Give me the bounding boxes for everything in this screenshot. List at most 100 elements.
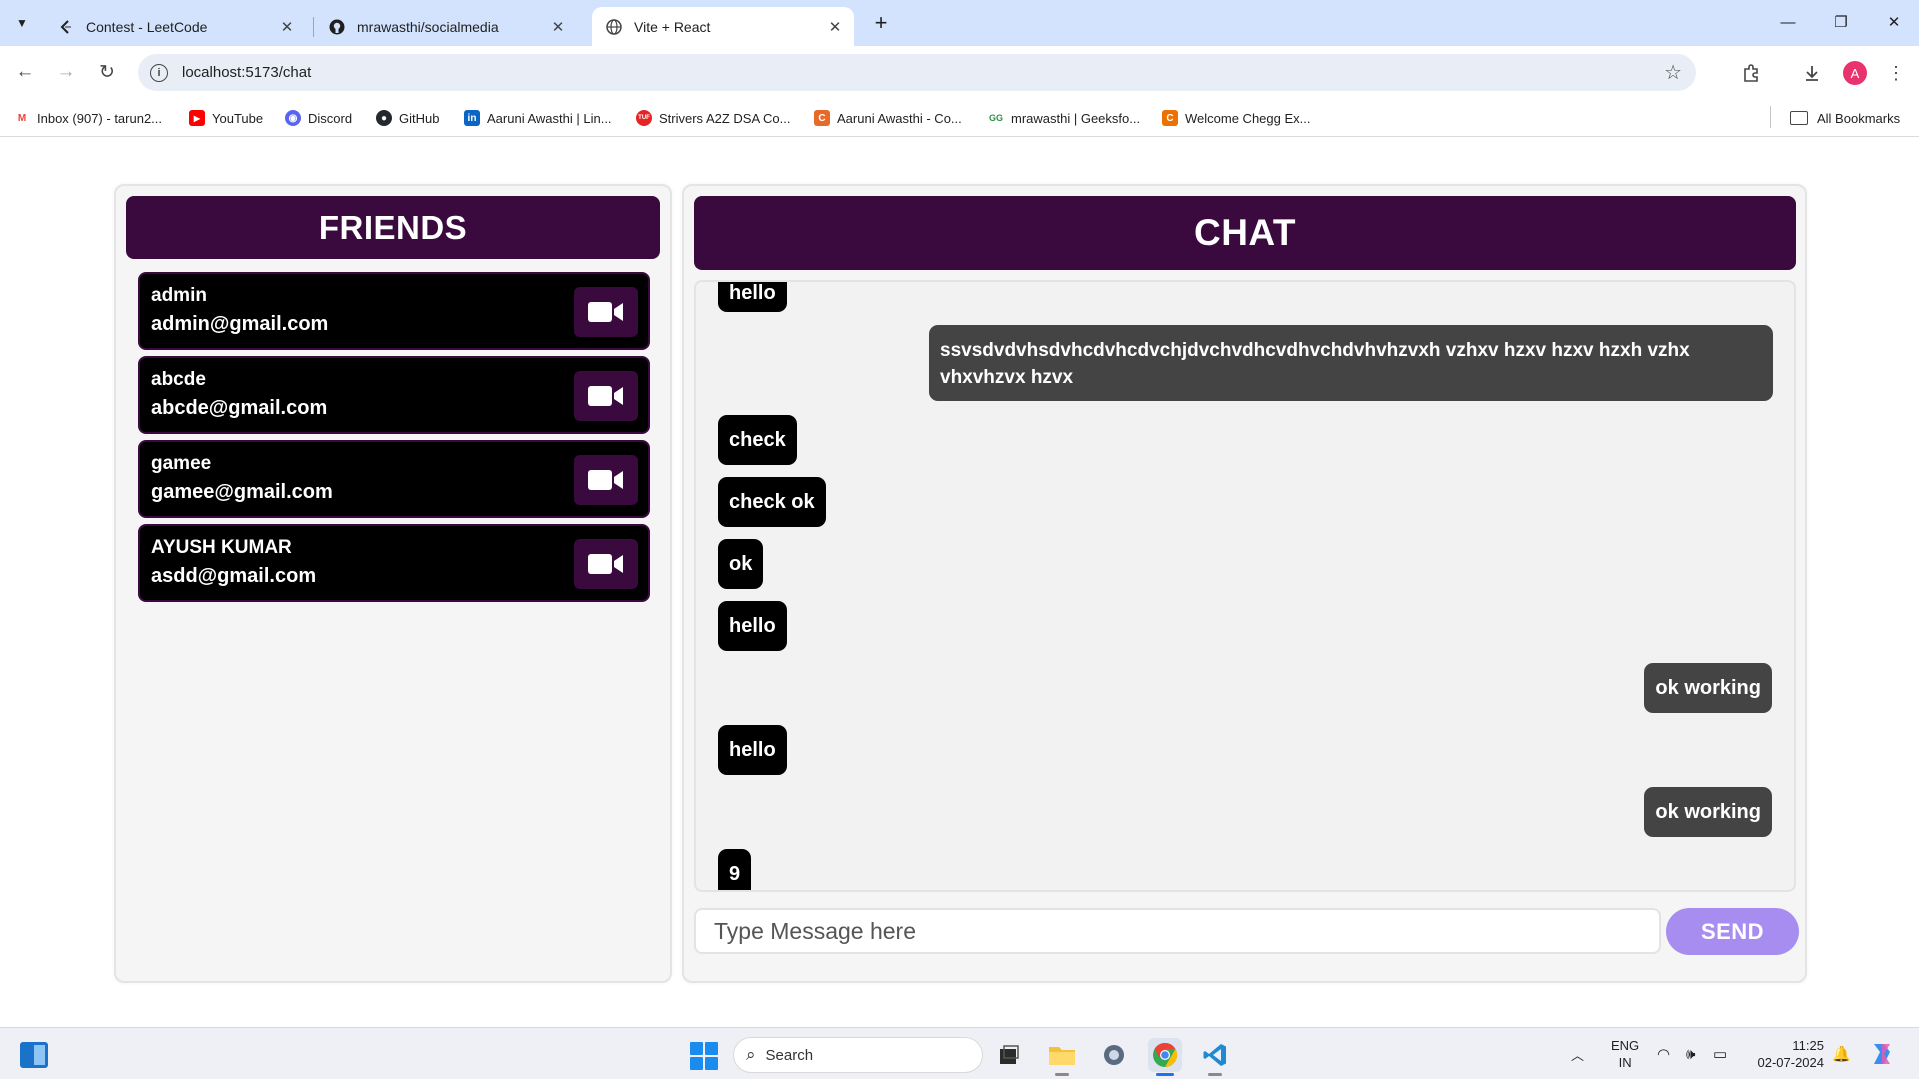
video-call-button[interactable]	[574, 455, 638, 505]
vscode-icon[interactable]	[1198, 1038, 1232, 1072]
friend-email: asdd@gmail.com	[151, 565, 317, 587]
notification-bell-icon[interactable]: 🔔	[1832, 1028, 1851, 1079]
tab-close-icon[interactable]: ✕	[826, 18, 844, 36]
chat-panel: CHAT hello ssvsdvdvhsdvhcdvhcdvchjdvchvd…	[682, 184, 1807, 983]
video-camera-icon	[588, 302, 623, 322]
message-bubble-incoming: hello	[718, 282, 787, 312]
bookmark-label: GitHub	[399, 110, 440, 126]
widgets-icon[interactable]	[20, 1042, 48, 1068]
folder-icon	[1790, 111, 1808, 125]
github-icon	[329, 19, 345, 35]
send-button[interactable]: SEND	[1666, 908, 1799, 955]
friends-panel: FRIENDS admin admin@gmail.com abcde abcd…	[114, 184, 672, 983]
copilot-icon[interactable]	[1868, 1028, 1896, 1079]
video-camera-icon	[588, 554, 623, 574]
profile-avatar[interactable]: A	[1843, 61, 1867, 85]
battery-icon[interactable]: ▭	[1713, 1028, 1727, 1079]
bookmarks-divider	[1770, 106, 1771, 128]
bookmark-geeksforgeeks[interactable]: GG mrawasthi | Geeksfo...	[988, 108, 1140, 128]
settings-gear-icon[interactable]	[1097, 1038, 1131, 1072]
tab-search-chevron-icon[interactable]: ▼	[10, 11, 34, 35]
windows-start-icon[interactable]	[690, 1042, 718, 1070]
geeksforgeeks-icon: GG	[988, 110, 1004, 126]
language-indicator[interactable]: ENG IN	[1611, 1037, 1639, 1071]
video-call-button[interactable]	[574, 371, 638, 421]
bookmark-codechef[interactable]: C Aaruni Awasthi - Co...	[814, 108, 962, 128]
message-list[interactable]: hello ssvsdvdvhsdvhcdvhcdvchjdvchvdhcvdh…	[694, 280, 1796, 892]
tab-title: Vite + React	[634, 18, 711, 35]
language-code: ENG	[1611, 1038, 1640, 1053]
tray-overflow-chevron-icon[interactable]: ︿	[1571, 1028, 1584, 1079]
forward-arrow-icon[interactable]: →	[52, 58, 80, 86]
bookmark-label: YouTube	[212, 110, 264, 126]
youtube-icon: ▶	[189, 110, 205, 126]
taskbar-search[interactable]: ⌕ Search	[733, 1037, 983, 1073]
address-bar[interactable]: i localhost:5173/chat ☆	[138, 54, 1696, 91]
tab-leetcode[interactable]: Contest - LeetCode ✕	[44, 7, 306, 46]
address-url[interactable]: localhost:5173/chat	[182, 64, 311, 81]
message-bubble-outgoing: ssvsdvdvhsdvhcdvhcdvchjdvchvdhcvdhvchdvh…	[929, 325, 1773, 401]
file-explorer-icon[interactable]	[1045, 1038, 1079, 1072]
bookmark-strivers[interactable]: TUF Strivers A2Z DSA Co...	[636, 108, 791, 128]
takeuforward-icon: TUF	[636, 110, 652, 126]
bookmark-star-icon[interactable]: ☆	[1664, 60, 1682, 85]
friend-card[interactable]: AYUSH KUMAR asdd@gmail.com	[138, 524, 650, 602]
friend-name: admin	[151, 285, 207, 306]
tab-github[interactable]: mrawasthi/socialmedia ✕	[315, 7, 577, 46]
bookmark-label: Aaruni Awasthi - Co...	[837, 110, 962, 126]
volume-icon[interactable]: 🕪	[1686, 1028, 1695, 1079]
friend-card[interactable]: abcde abcde@gmail.com	[138, 356, 650, 434]
video-call-button[interactable]	[574, 287, 638, 337]
extensions-icon[interactable]	[1737, 59, 1765, 87]
bookmark-discord[interactable]: ◉ Discord	[285, 108, 352, 128]
bookmark-linkedin[interactable]: in Aaruni Awasthi | Lin...	[464, 108, 612, 128]
globe-icon	[606, 18, 622, 35]
bookmark-gmail[interactable]: M Inbox (907) - tarun2...	[14, 108, 162, 128]
minimize-window-icon[interactable]: —	[1765, 6, 1811, 38]
app-running-indicator	[1055, 1073, 1069, 1076]
video-camera-icon	[588, 470, 623, 490]
tab-close-icon[interactable]: ✕	[278, 18, 296, 36]
clock-date: 02-07-2024	[1757, 1055, 1825, 1070]
friend-email: admin@gmail.com	[151, 313, 329, 335]
gmail-icon: M	[14, 110, 30, 126]
wifi-icon[interactable]: ◠	[1657, 1028, 1670, 1079]
tab-divider	[313, 17, 314, 37]
downloads-icon[interactable]	[1798, 59, 1826, 87]
bookmark-label: mrawasthi | Geeksfo...	[1011, 110, 1141, 126]
site-info-icon[interactable]: i	[150, 63, 168, 82]
tab-vite-react[interactable]: Vite + React ✕	[592, 7, 854, 46]
new-tab-button[interactable]: +	[868, 10, 894, 36]
task-view-icon[interactable]	[992, 1038, 1026, 1072]
restore-window-icon[interactable]: ❐	[1818, 6, 1864, 38]
browser-tab-bar: ▼ Contest - LeetCode ✕ mrawasthi/socialm…	[0, 0, 1919, 46]
message-bubble-incoming: check ok	[718, 477, 826, 527]
bookmark-github[interactable]: ● GitHub	[376, 108, 439, 128]
all-bookmarks-label: All Bookmarks	[1817, 110, 1901, 126]
video-call-button[interactable]	[574, 539, 638, 589]
friend-email: abcde@gmail.com	[151, 397, 328, 419]
tab-close-icon[interactable]: ✕	[549, 18, 567, 36]
friend-email: gamee@gmail.com	[151, 481, 333, 503]
all-bookmarks[interactable]: All Bookmarks	[1790, 108, 1900, 128]
bookmark-chegg[interactable]: C Welcome Chegg Ex...	[1162, 108, 1310, 128]
message-bubble-incoming: 9	[718, 849, 752, 890]
close-window-icon[interactable]: ✕	[1871, 6, 1917, 38]
search-icon: ⌕	[746, 1045, 756, 1064]
video-camera-icon	[588, 386, 623, 406]
friend-card[interactable]: gamee gamee@gmail.com	[138, 440, 650, 518]
bookmark-label: Aaruni Awasthi | Lin...	[487, 110, 612, 126]
reload-icon[interactable]: ↻	[93, 58, 121, 86]
message-input[interactable]	[694, 908, 1661, 954]
leetcode-icon	[58, 19, 74, 35]
app-running-indicator	[1208, 1073, 1222, 1076]
bookmarks-bar: M Inbox (907) - tarun2... ▶ YouTube ◉ Di…	[0, 99, 1919, 137]
chrome-icon[interactable]	[1148, 1038, 1182, 1072]
friend-card[interactable]: admin admin@gmail.com	[138, 272, 650, 350]
chat-title: CHAT	[694, 196, 1796, 270]
back-arrow-icon[interactable]: ←	[11, 58, 39, 86]
system-clock[interactable]: 11:25 02-07-2024	[1752, 1037, 1825, 1071]
browser-menu-icon[interactable]: ⋮	[1882, 59, 1910, 87]
bookmark-youtube[interactable]: ▶ YouTube	[189, 108, 263, 128]
linkedin-icon: in	[464, 110, 480, 126]
